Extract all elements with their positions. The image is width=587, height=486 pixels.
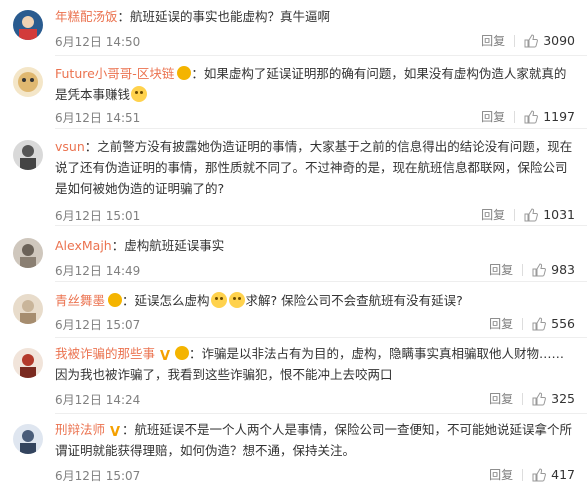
reply-button[interactable]: 回复: [489, 466, 513, 483]
thumbs-up-icon: [524, 33, 539, 47]
like-button[interactable]: 1197: [524, 109, 575, 124]
like-button[interactable]: 417: [532, 467, 575, 482]
reply-button[interactable]: 回复: [489, 315, 513, 332]
username[interactable]: 我被诈骗的那些事: [55, 346, 155, 361]
comment-text: ：航班延误不是一个人两个人是事情，保险公司一查便知，不可能她说延误拿个所谓证明就…: [55, 422, 573, 458]
like-count: 556: [551, 316, 575, 331]
emoji-icon: [210, 292, 227, 308]
action-divider: [514, 208, 516, 221]
verified-v-icon: V: [158, 349, 173, 364]
timestamp: 6月12日 15:01: [55, 209, 141, 223]
reply-button[interactable]: 回复: [489, 261, 513, 278]
thumbs-up-icon: [524, 109, 539, 123]
timestamp: 6月12日 14:49: [55, 264, 141, 278]
avatar[interactable]: [13, 348, 43, 378]
comment-feed: 年糕配汤饭：航班延误的事实也能虚构？真牛逼啊 6月12日 14:50 回复 30…: [0, 0, 587, 486]
like-count: 417: [551, 467, 575, 482]
like-count: 983: [551, 262, 575, 277]
comment-item: 刑辩法师 V ：航班延误不是一个人两个人是事情，保险公司一查便知，不可能她说延误拿个…: [0, 414, 587, 486]
like-button[interactable]: 983: [532, 262, 575, 277]
timestamp: 6月12日 14:51: [55, 111, 141, 125]
like-count: 325: [551, 391, 575, 406]
timestamp: 6月12日 14:50: [55, 35, 141, 49]
avatar[interactable]: [13, 140, 43, 170]
action-divider: [522, 468, 524, 481]
thumbs-up-icon: [524, 207, 539, 221]
username[interactable]: Future小哥哥-区块链: [55, 66, 174, 81]
like-button[interactable]: 325: [532, 391, 575, 406]
avatar[interactable]: [13, 424, 43, 454]
comment-item: Future小哥哥-区块链 ：如果虚构了延误证明那的确有问题，如果没有虚构伪造人家…: [0, 56, 587, 129]
emoji-icon: [228, 292, 245, 308]
avatar[interactable]: [13, 294, 43, 324]
comment-text: ：之前警方没有披露她伪造证明的事情，大家基于之前的信息得出的结论没有问题，现在说…: [55, 139, 573, 196]
comment-text: ：航班延误的事实也能虚构？真牛逼啊: [117, 9, 331, 24]
comment-text: ：延误怎么虚构: [122, 293, 210, 308]
username[interactable]: 年糕配汤饭: [55, 9, 118, 24]
vip-badge-icon: [175, 346, 190, 360]
username[interactable]: vsun: [55, 139, 85, 154]
username[interactable]: 刑辩法师: [55, 422, 105, 437]
avatar[interactable]: [13, 10, 43, 40]
thumbs-up-icon: [532, 467, 547, 481]
like-count: 1031: [543, 207, 575, 222]
reply-button[interactable]: 回复: [481, 108, 505, 125]
action-divider: [522, 317, 524, 330]
username[interactable]: AlexMajh: [55, 238, 112, 253]
comment-item: vsun：之前警方没有披露她伪造证明的事情，大家基于之前的信息得出的结论没有问题…: [0, 129, 587, 226]
username[interactable]: 青丝舞墨: [55, 293, 105, 308]
emoji-icon: [131, 86, 148, 102]
vip-badge-icon: [177, 66, 192, 80]
timestamp: 6月12日 15:07: [55, 318, 141, 332]
action-divider: [522, 392, 524, 405]
timestamp: 6月12日 14:24: [55, 393, 141, 407]
comment-text: ：虚构航班延误事实: [111, 238, 225, 253]
reply-button[interactable]: 回复: [489, 390, 513, 407]
thumbs-up-icon: [532, 316, 547, 330]
action-divider: [522, 263, 524, 276]
like-button[interactable]: 1031: [524, 207, 575, 222]
comment-text-cont: 求解? 保险公司不会查航班有没有延误?: [245, 293, 463, 308]
comment-item: AlexMajh：虚构航班延误事实 6月12日 14:49 回复 983: [0, 226, 587, 282]
like-count: 1197: [543, 109, 575, 124]
reply-button[interactable]: 回复: [481, 206, 505, 223]
comment-item: 我被诈骗的那些事 V ：诈骗是以非法占有为目的，虚构，隐瞒事实真相骗取他人财物……因…: [0, 338, 587, 414]
comment-item: 青丝舞墨 ：延误怎么虚构 求解? 保险公司不会查航班有没有延误? 6月12日 15:…: [0, 282, 587, 338]
like-count: 3090: [543, 33, 575, 48]
avatar[interactable]: [13, 67, 43, 97]
reply-button[interactable]: 回复: [481, 32, 505, 49]
timestamp: 6月12日 15:07: [55, 469, 141, 483]
thumbs-up-icon: [532, 262, 547, 276]
like-button[interactable]: 556: [532, 316, 575, 331]
action-divider: [514, 110, 516, 123]
thumbs-up-icon: [532, 391, 547, 405]
vip-badge-icon: [108, 293, 123, 307]
comment-item: 年糕配汤饭：航班延误的事实也能虚构？真牛逼啊 6月12日 14:50 回复 30…: [0, 0, 587, 56]
like-button[interactable]: 3090: [524, 33, 575, 48]
avatar[interactable]: [13, 238, 43, 268]
action-divider: [514, 34, 516, 47]
verified-v-icon: V: [108, 425, 123, 440]
